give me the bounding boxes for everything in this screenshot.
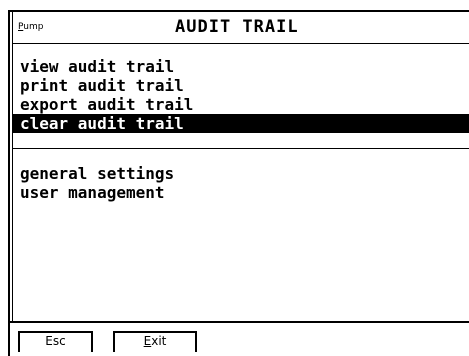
header-divider [12,43,469,44]
menu-item-view-audit-trail[interactable]: view audit trail [12,57,469,76]
esc-button-label: Esc [45,334,66,348]
menu-item-clear-audit-trail[interactable]: clear audit trail [12,114,469,133]
page-title: AUDIT TRAIL [175,17,299,37]
audit-menu: view audit trail print audit trail expor… [12,57,469,133]
section-divider [12,148,469,149]
footer-divider [8,321,469,323]
exit-button[interactable]: Exit [113,331,197,352]
exit-button-label: xit [151,334,167,348]
frame-top-border [8,10,469,12]
menu-item-general-settings[interactable]: general settings [12,164,469,183]
menu-item-user-management[interactable]: user management [12,183,469,202]
app-label: Pump [18,22,43,32]
esc-button[interactable]: Esc [18,331,93,352]
frame-left-border [8,10,10,356]
menu-item-print-audit-trail[interactable]: print audit trail [12,76,469,95]
menu-item-export-audit-trail[interactable]: export audit trail [12,95,469,114]
app-label-rest: ump [23,22,44,32]
settings-menu: general settings user management [12,164,469,202]
